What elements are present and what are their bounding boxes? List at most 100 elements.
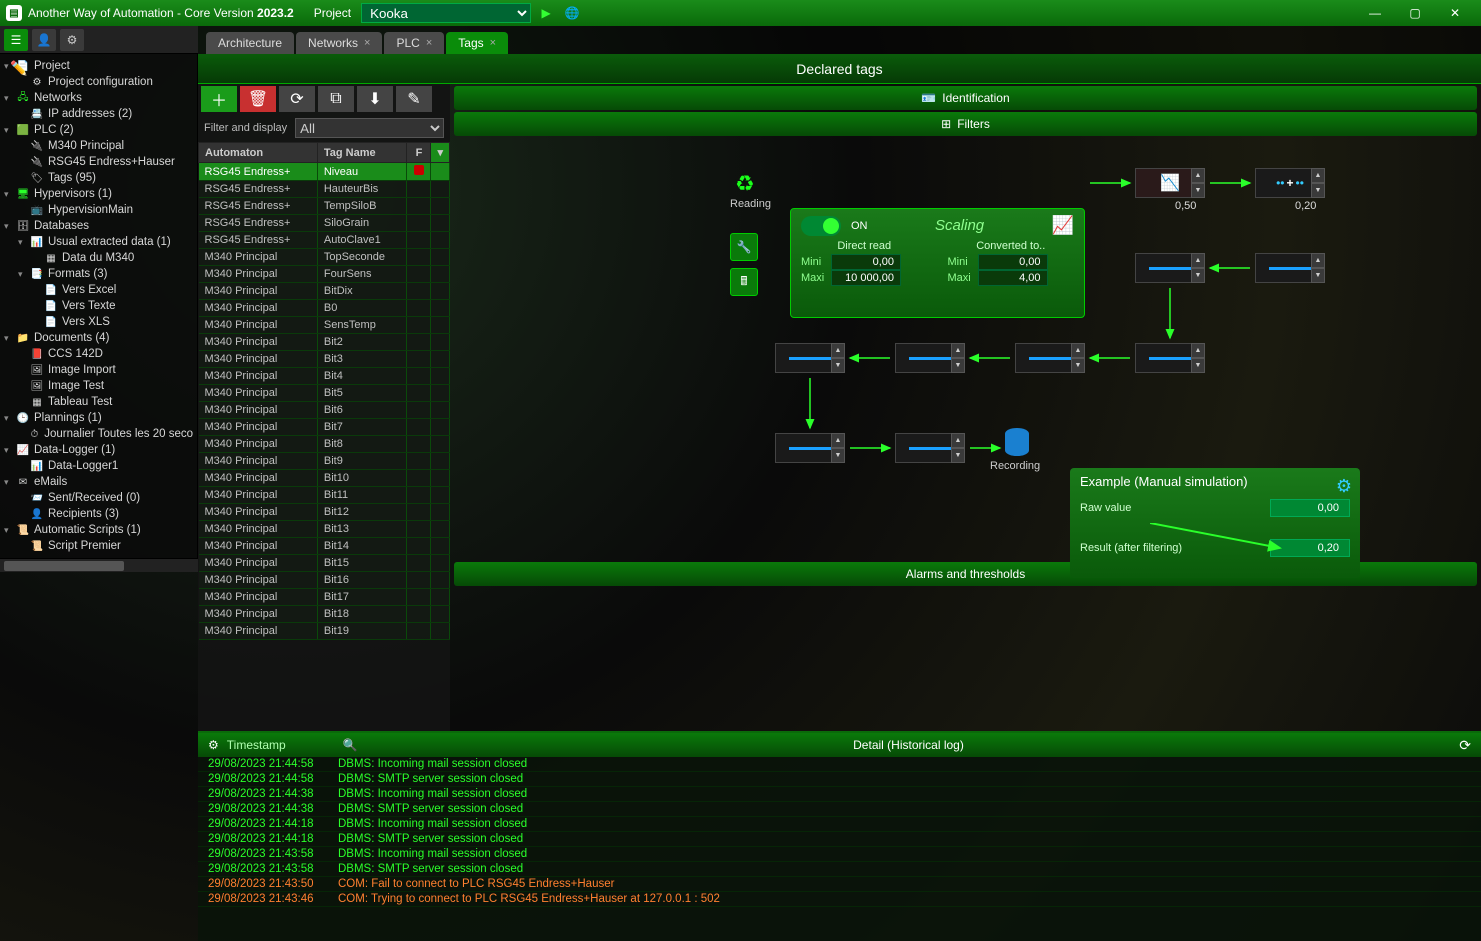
add-tag-button[interactable]: ＋ xyxy=(201,86,237,112)
tree-item[interactable]: ▾📁Documents (4) xyxy=(0,330,197,346)
tags-table[interactable]: Automaton Tag Name F ▾ RSG45 Endress+Niv… xyxy=(198,142,450,731)
tab-tags[interactable]: Tags× xyxy=(446,32,508,54)
table-row[interactable]: RSG45 Endress+AutoClave1 xyxy=(199,232,450,249)
table-row[interactable]: M340 PrincipalBit5 xyxy=(199,385,450,402)
table-row[interactable]: M340 PrincipalBit10 xyxy=(199,470,450,487)
log-timestamp-header[interactable]: Timestamp xyxy=(227,738,337,752)
sidebar-scrollbar[interactable] xyxy=(0,558,198,572)
section-filters[interactable]: ⊞ Filters xyxy=(454,112,1477,136)
tree-item[interactable]: 📕CCS 142D xyxy=(0,346,197,362)
refresh-tags-button[interactable]: ⟳ xyxy=(279,86,315,112)
gear-icon[interactable]: ⚙ xyxy=(1336,476,1352,497)
col-flag[interactable]: F xyxy=(407,143,431,163)
delete-tag-button[interactable]: 🗑 xyxy=(240,86,276,112)
table-row[interactable]: RSG45 Endress+SiloGrain xyxy=(199,215,450,232)
filter-node-add[interactable]: ••+•• ▲▼ xyxy=(1255,168,1325,198)
filter-node-r3d[interactable]: ▲▼ xyxy=(1135,343,1205,373)
tree-item[interactable]: ▾📄Project xyxy=(0,58,197,74)
filter-node-r3b[interactable]: ▲▼ xyxy=(895,343,965,373)
tree-item[interactable]: 🔌RSG45 Endress+Hauser xyxy=(0,154,197,170)
log-refresh-button[interactable]: ⟳ xyxy=(1459,737,1471,754)
table-row[interactable]: M340 PrincipalBit7 xyxy=(199,419,450,436)
conv-mini-input[interactable]: 0,00 xyxy=(978,254,1048,270)
table-row[interactable]: M340 PrincipalBit19 xyxy=(199,623,450,640)
tree-item[interactable]: 📊Data-Logger1 xyxy=(0,458,197,474)
tree-item[interactable]: ▾🖥Hypervisors (1) xyxy=(0,186,197,202)
close-icon[interactable]: × xyxy=(364,37,370,49)
table-row[interactable]: RSG45 Endress+TempSiloB xyxy=(199,198,450,215)
log-search-icon[interactable]: 🔍 xyxy=(343,738,358,752)
tab-networks[interactable]: Networks× xyxy=(296,32,382,54)
table-row[interactable]: M340 PrincipalBit8 xyxy=(199,436,450,453)
tree-item[interactable]: 📨Sent/Received (0) xyxy=(0,490,197,506)
tree-item[interactable]: 📜Script Premier xyxy=(0,538,197,554)
tree-item[interactable]: ▾🕒Plannings (1) xyxy=(0,410,197,426)
tool-calculator-button[interactable]: 🖩 xyxy=(730,268,758,296)
table-row[interactable]: M340 PrincipalBit11 xyxy=(199,487,450,504)
filter-node-r3a[interactable]: ▲▼ xyxy=(775,343,845,373)
tree-view-button[interactable]: ☰ xyxy=(4,29,28,51)
tab-architecture[interactable]: Architecture xyxy=(206,32,294,54)
col-sort-icon[interactable]: ▾ xyxy=(431,143,450,163)
table-row[interactable]: M340 PrincipalTopSeconde xyxy=(199,249,450,266)
close-icon[interactable]: × xyxy=(490,37,496,49)
filter-node-r2a[interactable]: ▲▼ xyxy=(1135,253,1205,283)
table-row[interactable]: M340 PrincipalBitDix xyxy=(199,283,450,300)
table-row[interactable]: M340 PrincipalBit17 xyxy=(199,589,450,606)
spin-down[interactable]: ▼ xyxy=(1191,183,1205,198)
tree-item[interactable]: ▦Data du M340 xyxy=(0,250,197,266)
tree-item[interactable]: 🔌M340 Principal xyxy=(0,138,197,154)
filter-node-r4a[interactable]: ▲▼ xyxy=(775,433,845,463)
table-row[interactable]: RSG45 Endress+Niveau xyxy=(199,163,450,181)
table-row[interactable]: M340 PrincipalBit13 xyxy=(199,521,450,538)
tree-item[interactable]: ▦Tableau Test xyxy=(0,394,197,410)
tree-item[interactable]: ▾🟩PLC (2) xyxy=(0,122,197,138)
tree-item[interactable]: ▾📊Usual extracted data (1) xyxy=(0,234,197,250)
filter-node-r3c[interactable]: ▲▼ xyxy=(1015,343,1085,373)
table-row[interactable]: M340 PrincipalSensTemp xyxy=(199,317,450,334)
filter-node-r2b[interactable]: ▲▼ xyxy=(1255,253,1325,283)
import-tags-button[interactable]: ⬇ xyxy=(357,86,393,112)
tree-item[interactable]: ▾🖧Networks xyxy=(0,90,197,106)
log-row[interactable]: 29/08/2023 21:44:18DBMS: Incoming mail s… xyxy=(198,817,1481,832)
tree-item[interactable]: 👤Recipients (3) xyxy=(0,506,197,522)
tree-item[interactable]: ⏱Journalier Toutes les 20 seco xyxy=(0,426,197,442)
spin-up[interactable]: ▲ xyxy=(1191,168,1205,183)
table-row[interactable]: M340 PrincipalBit6 xyxy=(199,402,450,419)
table-row[interactable]: M340 PrincipalBit18 xyxy=(199,606,450,623)
tree-item[interactable]: 🖼Image Import xyxy=(0,362,197,378)
users-view-button[interactable]: 👤 xyxy=(32,29,56,51)
log-row[interactable]: 29/08/2023 21:43:50COM: Fail to connect … xyxy=(198,877,1481,892)
web-button[interactable]: 🌐 xyxy=(561,3,583,23)
edit-icon[interactable]: ✏️ xyxy=(10,60,27,77)
settings-view-button[interactable]: ⚙ xyxy=(60,29,84,51)
log-settings-icon[interactable]: ⚙ xyxy=(208,738,219,752)
table-row[interactable]: M340 PrincipalBit3 xyxy=(199,351,450,368)
tab-plc[interactable]: PLC× xyxy=(384,32,444,54)
table-row[interactable]: M340 PrincipalBit12 xyxy=(199,504,450,521)
filter-select[interactable]: All xyxy=(295,118,444,138)
tree-item[interactable]: ⚙Project configuration xyxy=(0,74,197,90)
direct-maxi-input[interactable]: 10 000,00 xyxy=(831,270,901,286)
log-row[interactable]: 29/08/2023 21:44:18DBMS: SMTP server ses… xyxy=(198,832,1481,847)
table-row[interactable]: M340 PrincipalBit16 xyxy=(199,572,450,589)
table-row[interactable]: M340 PrincipalBit15 xyxy=(199,555,450,572)
tree-item[interactable]: ▾✉eMails xyxy=(0,474,197,490)
close-icon[interactable]: × xyxy=(426,37,432,49)
tree-item[interactable]: ▾🗄Databases xyxy=(0,218,197,234)
section-identification[interactable]: 🪪 Identification xyxy=(454,86,1477,110)
scaling-toggle[interactable] xyxy=(801,216,841,236)
edit-tags-button[interactable]: ✎ xyxy=(396,86,432,112)
raw-value-input[interactable]: 0,00 xyxy=(1270,499,1350,517)
run-button[interactable]: ▶ xyxy=(535,3,557,23)
log-body[interactable]: 29/08/2023 21:44:58DBMS: Incoming mail s… xyxy=(198,757,1481,941)
table-row[interactable]: M340 PrincipalFourSens xyxy=(199,266,450,283)
table-row[interactable]: M340 PrincipalBit14 xyxy=(199,538,450,555)
tree-item[interactable]: 📄Vers Texte xyxy=(0,298,197,314)
col-automaton[interactable]: Automaton xyxy=(199,143,318,163)
table-row[interactable]: RSG45 Endress+HauteurBis xyxy=(199,181,450,198)
log-row[interactable]: 29/08/2023 21:43:46COM: Trying to connec… xyxy=(198,892,1481,907)
log-row[interactable]: 29/08/2023 21:43:58DBMS: SMTP server ses… xyxy=(198,862,1481,877)
log-row[interactable]: 29/08/2023 21:44:38DBMS: Incoming mail s… xyxy=(198,787,1481,802)
tree-item[interactable]: 🏷Tags (95) xyxy=(0,170,197,186)
